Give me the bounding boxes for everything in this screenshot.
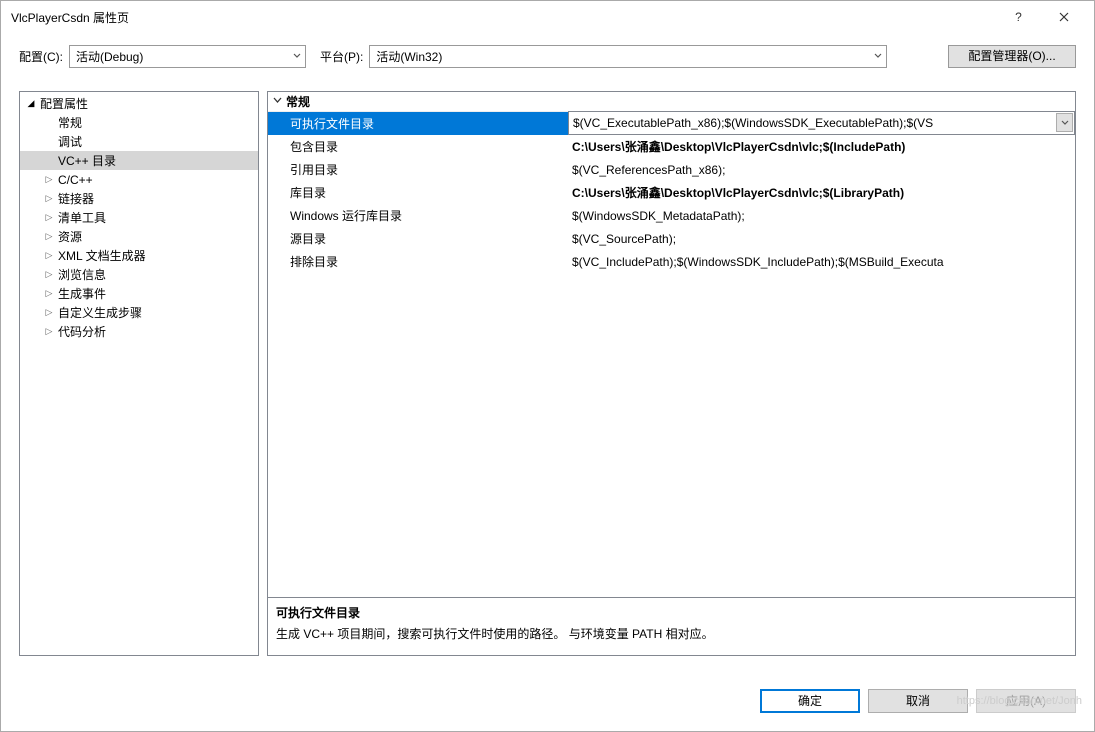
tree-item[interactable]: ▷C/C++: [20, 170, 258, 189]
config-toolbar: 配置(C): 活动(Debug) 平台(P): 活动(Win32) 配置管理器(…: [1, 33, 1094, 69]
expander-closed-icon[interactable]: ▷: [42, 173, 56, 187]
platform-label: 平台(P):: [320, 48, 363, 65]
chevron-down-icon: [293, 49, 301, 63]
grid-row-value[interactable]: $(WindowsSDK_MetadataPath);: [568, 204, 1075, 227]
expander-spacer: [42, 135, 56, 149]
grid-group-title: 常规: [286, 93, 310, 110]
apply-button: 应用(A): [976, 689, 1076, 713]
grid-row-value[interactable]: C:\Users\张涌鑫\Desktop\VlcPlayerCsdn\vlc;$…: [568, 181, 1075, 204]
expander-open-icon[interactable]: ◢: [24, 97, 38, 111]
grid-row[interactable]: 排除目录$(VC_IncludePath);$(WindowsSDK_Inclu…: [268, 250, 1075, 273]
expander-closed-icon[interactable]: ▷: [42, 211, 56, 225]
help-button[interactable]: ?: [996, 2, 1041, 32]
property-grid: 常规 可执行文件目录$(VC_ExecutablePath_x86);$(Win…: [268, 92, 1075, 597]
window-title: VlcPlayerCsdn 属性页: [11, 9, 996, 26]
grid-row-name: 包含目录: [268, 135, 568, 158]
grid-row-name: 排除目录: [268, 250, 568, 273]
grid-row-name: 源目录: [268, 227, 568, 250]
expander-closed-icon[interactable]: ▷: [42, 325, 56, 339]
tree-item[interactable]: ▷资源: [20, 227, 258, 246]
tree-item-label: 链接器: [58, 190, 94, 207]
expander-closed-icon[interactable]: ▷: [42, 268, 56, 282]
platform-combo[interactable]: 活动(Win32): [369, 45, 887, 68]
dropdown-button[interactable]: [1056, 113, 1073, 132]
chevron-down-icon: [874, 49, 882, 63]
tree-item-label: VC++ 目录: [58, 152, 116, 169]
tree-item-label: 清单工具: [58, 209, 106, 226]
grid-row[interactable]: Windows 运行库目录$(WindowsSDK_MetadataPath);: [268, 204, 1075, 227]
grid-row-name: 引用目录: [268, 158, 568, 181]
grid-row-name: Windows 运行库目录: [268, 204, 568, 227]
config-manager-button[interactable]: 配置管理器(O)...: [948, 45, 1076, 68]
close-icon: [1059, 12, 1069, 22]
tree-root-label: 配置属性: [40, 95, 88, 112]
cancel-button[interactable]: 取消: [868, 689, 968, 713]
grid-row[interactable]: 可执行文件目录$(VC_ExecutablePath_x86);$(Window…: [268, 112, 1075, 135]
tree-item-label: 生成事件: [58, 285, 106, 302]
tree-item[interactable]: ▷清单工具: [20, 208, 258, 227]
tree-panel: ◢ 配置属性 常规调试VC++ 目录▷C/C++▷链接器▷清单工具▷资源▷XML…: [19, 91, 259, 656]
grid-row-name: 可执行文件目录: [268, 112, 568, 135]
dialog-buttons: 确定 取消 应用(A): [760, 689, 1076, 713]
tree-root[interactable]: ◢ 配置属性: [20, 94, 258, 113]
tree-item[interactable]: ▷浏览信息: [20, 265, 258, 284]
tree-item[interactable]: 常规: [20, 113, 258, 132]
tree-item[interactable]: ▷生成事件: [20, 284, 258, 303]
tree-item-label: 调试: [58, 133, 82, 150]
tree-item-label: C/C++: [58, 173, 93, 187]
grid-row-value[interactable]: C:\Users\张涌鑫\Desktop\VlcPlayerCsdn\vlc;$…: [568, 135, 1075, 158]
grid-group-header[interactable]: 常规: [268, 92, 1075, 112]
grid-row[interactable]: 引用目录$(VC_ReferencesPath_x86);: [268, 158, 1075, 181]
description-title: 可执行文件目录: [276, 604, 1067, 621]
tree-item-label: 代码分析: [58, 323, 106, 340]
grid-row-value[interactable]: $(VC_SourcePath);: [568, 227, 1075, 250]
titlebar: VlcPlayerCsdn 属性页 ?: [1, 1, 1094, 33]
description-body: 生成 VC++ 项目期间，搜索可执行文件时使用的路径。 与环境变量 PATH 相…: [276, 625, 1067, 642]
tree-item-label: XML 文档生成器: [58, 247, 146, 264]
config-combo[interactable]: 活动(Debug): [69, 45, 306, 68]
config-label: 配置(C):: [19, 48, 63, 65]
grid-row-value[interactable]: $(VC_ExecutablePath_x86);$(WindowsSDK_Ex…: [568, 111, 1075, 135]
tree-item[interactable]: ▷自定义生成步骤: [20, 303, 258, 322]
expander-open-icon[interactable]: [268, 96, 286, 108]
tree-item-label: 自定义生成步骤: [58, 304, 142, 321]
expander-closed-icon[interactable]: ▷: [42, 249, 56, 263]
property-panel: 常规 可执行文件目录$(VC_ExecutablePath_x86);$(Win…: [267, 91, 1076, 656]
tree-item[interactable]: ▷XML 文档生成器: [20, 246, 258, 265]
platform-value: 活动(Win32): [376, 48, 442, 65]
tree-item-label: 资源: [58, 228, 82, 245]
tree-item[interactable]: ▷链接器: [20, 189, 258, 208]
ok-button[interactable]: 确定: [760, 689, 860, 713]
close-button[interactable]: [1041, 2, 1086, 32]
grid-row-name: 库目录: [268, 181, 568, 204]
description-panel: 可执行文件目录 生成 VC++ 项目期间，搜索可执行文件时使用的路径。 与环境变…: [268, 597, 1075, 655]
tree-item[interactable]: VC++ 目录: [20, 151, 258, 170]
tree-item-label: 常规: [58, 114, 82, 131]
expander-spacer: [42, 116, 56, 130]
tree-item[interactable]: 调试: [20, 132, 258, 151]
grid-row[interactable]: 源目录$(VC_SourcePath);: [268, 227, 1075, 250]
grid-row-value[interactable]: $(VC_IncludePath);$(WindowsSDK_IncludePa…: [568, 250, 1075, 273]
grid-row-value[interactable]: $(VC_ReferencesPath_x86);: [568, 158, 1075, 181]
config-value: 活动(Debug): [76, 48, 143, 65]
expander-closed-icon[interactable]: ▷: [42, 192, 56, 206]
tree-item-label: 浏览信息: [58, 266, 106, 283]
grid-row[interactable]: 包含目录C:\Users\张涌鑫\Desktop\VlcPlayerCsdn\v…: [268, 135, 1075, 158]
grid-row[interactable]: 库目录C:\Users\张涌鑫\Desktop\VlcPlayerCsdn\vl…: [268, 181, 1075, 204]
tree-item[interactable]: ▷代码分析: [20, 322, 258, 341]
expander-closed-icon[interactable]: ▷: [42, 306, 56, 320]
expander-closed-icon[interactable]: ▷: [42, 287, 56, 301]
expander-spacer: [42, 154, 56, 168]
expander-closed-icon[interactable]: ▷: [42, 230, 56, 244]
